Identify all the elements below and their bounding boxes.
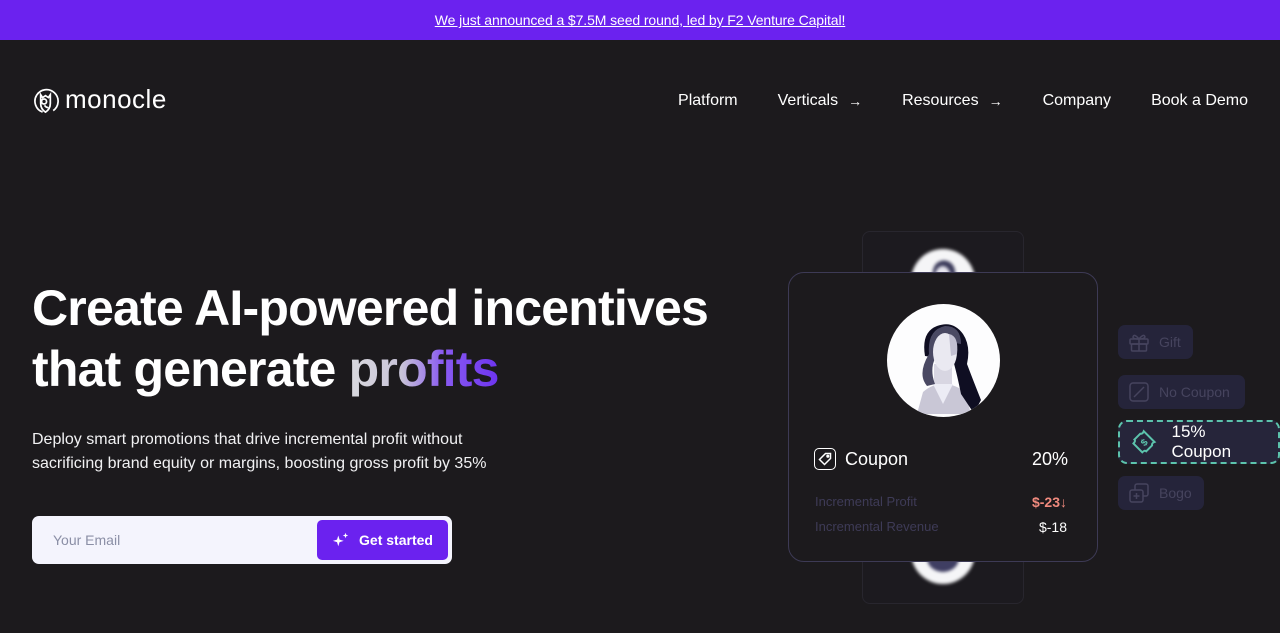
hero-title: Create AI-powered incentives that genera…: [32, 278, 709, 400]
metric-label: Incremental Revenue: [815, 519, 939, 534]
nav-company[interactable]: Company: [1043, 92, 1111, 110]
get-started-label: Get started: [359, 532, 433, 548]
nav-verticals[interactable]: Verticals →: [778, 92, 862, 110]
offer-card: Coupon 20% Incremental Profit $-23↓ Incr…: [788, 272, 1098, 562]
gift-icon: [1129, 334, 1149, 352]
incentive-value: 20%: [1031, 448, 1068, 469]
nav-book-demo-label: Book a Demo: [1151, 92, 1248, 109]
main-nav: Platform Verticals → Resources → Company…: [678, 92, 1248, 110]
option-label: No Coupon: [1159, 384, 1230, 400]
nav-resources-label: Resources: [902, 92, 979, 109]
sparkles-icon: [332, 532, 349, 547]
dollar-ticket-icon: $: [1132, 429, 1157, 454]
arrow-right-icon: →: [988, 93, 1003, 109]
nav-company-label: Company: [1042, 92, 1112, 109]
bogo-icon: [1129, 483, 1149, 503]
metric-row: Incremental Revenue $-18: [815, 519, 1067, 535]
incentive-option-bogo[interactable]: Bogo: [1118, 476, 1204, 510]
announcement-banner: We just announced a $7.5M seed round, le…: [0, 0, 1280, 40]
arrow-right-icon: →: [848, 93, 863, 109]
announcement-link[interactable]: We just announced a $7.5M seed round, le…: [435, 12, 846, 28]
incentive-label: Coupon: [845, 448, 909, 469]
metric-label: Incremental Profit: [815, 494, 917, 509]
nav-platform-label: Platform: [678, 92, 738, 109]
signup-form: Get started: [32, 516, 452, 564]
nav-platform[interactable]: Platform: [678, 92, 738, 110]
nav-book-demo[interactable]: Book a Demo: [1151, 92, 1248, 110]
option-label: 15% Coupon: [1171, 422, 1232, 461]
nav-verticals-label: Verticals: [777, 92, 839, 109]
brand-name: monocle: [65, 83, 167, 114]
monocle-owl-icon: [34, 88, 59, 114]
get-started-button[interactable]: Get started: [317, 520, 448, 560]
no-coupon-icon: [1129, 382, 1149, 402]
incentive-row: Coupon 20%: [814, 448, 1068, 470]
option-label: Gift: [1159, 334, 1181, 350]
hero-title-line2: that generate: [32, 341, 349, 397]
incentive-option-gift[interactable]: Gift: [1118, 325, 1193, 359]
incentive-option-no-coupon[interactable]: No Coupon: [1118, 375, 1245, 409]
tag-icon: [814, 448, 836, 470]
option-label: Bogo: [1159, 485, 1192, 501]
metric-value: $-18: [1038, 519, 1067, 535]
incentive-option-15-coupon[interactable]: $ 15% Coupon: [1118, 420, 1280, 464]
metric-row: Incremental Profit $-23↓: [815, 494, 1067, 510]
email-input[interactable]: [36, 532, 317, 548]
hero-title-highlight: profits: [348, 341, 500, 397]
woman-avatar: [887, 304, 1000, 417]
brand-logo[interactable]: monocle: [32, 86, 167, 115]
metric-value: $-23↓: [1031, 494, 1067, 510]
nav-resources[interactable]: Resources →: [902, 92, 1002, 110]
hero-subtitle: Deploy smart promotions that drive incre…: [32, 431, 487, 472]
hero-title-line1: Create AI-powered incentives: [32, 280, 709, 336]
